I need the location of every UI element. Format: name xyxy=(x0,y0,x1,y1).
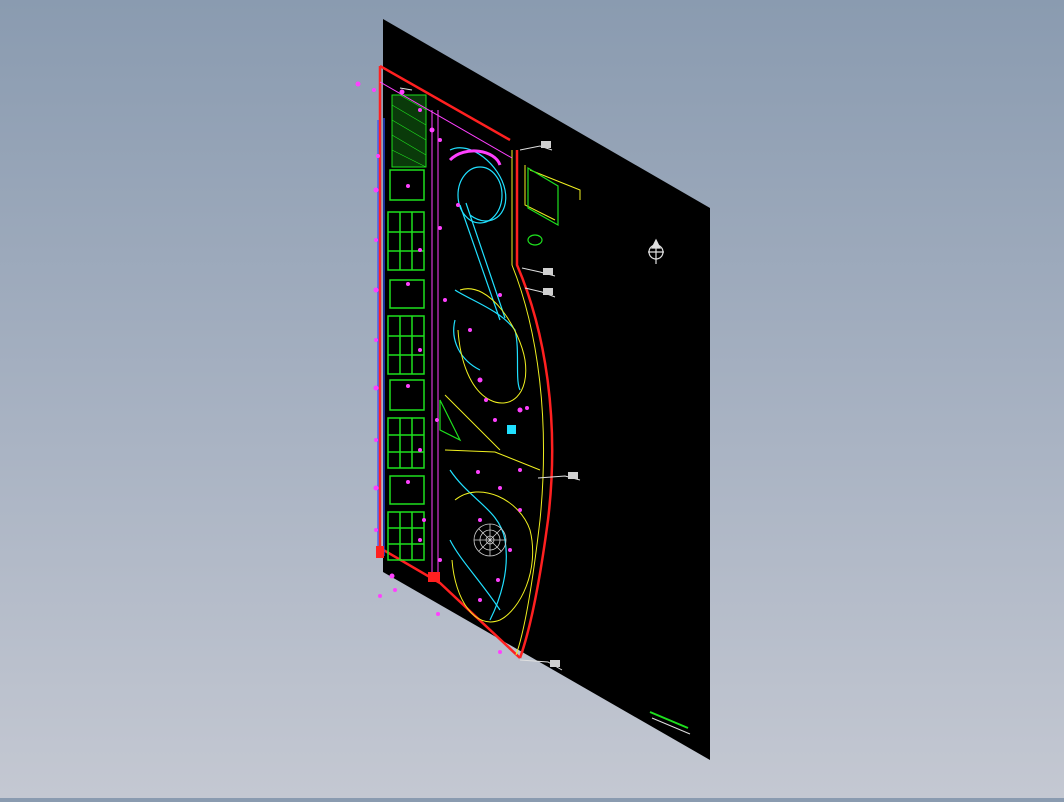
cad-model-viewport[interactable] xyxy=(0,0,1064,798)
pavilion-marker xyxy=(507,425,516,434)
flower-bed-feature xyxy=(473,523,507,557)
drawing-canvas[interactable] xyxy=(0,0,1064,798)
